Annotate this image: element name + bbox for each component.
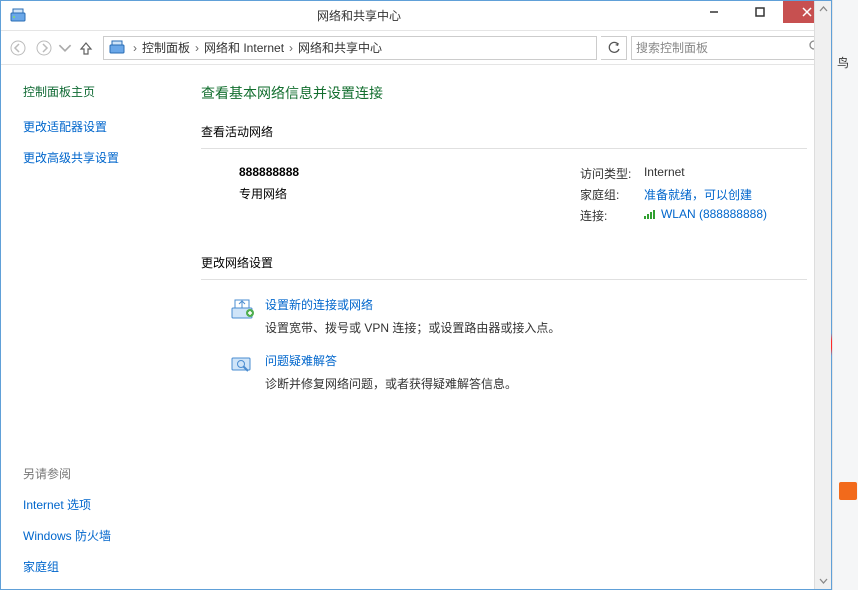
- homegroup-link[interactable]: 准备就绪，可以创建: [644, 186, 752, 203]
- sidebar-link-homegroup[interactable]: 家庭组: [23, 558, 201, 575]
- maximize-button[interactable]: [737, 1, 783, 23]
- window-title: 网络和共享中心: [27, 7, 691, 24]
- nav-back-button[interactable]: [6, 36, 30, 60]
- minimize-button[interactable]: [691, 1, 737, 23]
- network-name: 888888888: [239, 165, 299, 179]
- troubleshoot-row: 问题疑难解答 诊断并修复网络问题，或者获得疑难解答信息。: [229, 352, 807, 392]
- chevron-right-icon: ›: [286, 41, 296, 55]
- location-icon: [108, 39, 126, 57]
- window-controls: [691, 9, 831, 23]
- background-orange-icon: [839, 482, 857, 500]
- setup-connection-desc: 设置宽带、拨号或 VPN 连接；或设置路由器或接入点。: [265, 319, 560, 336]
- access-type-value: Internet: [644, 165, 685, 182]
- search-placeholder: 搜索控制面板: [636, 39, 708, 56]
- network-type: 专用网络: [239, 185, 299, 202]
- breadcrumb-item[interactable]: 网络和共享中心: [296, 39, 384, 56]
- toolbar: › 控制面板 › 网络和 Internet › 网络和共享中心 搜索控制面板: [1, 31, 831, 65]
- active-network-block: 888888888 专用网络 访问类型: Internet 家庭组: 准备就绪，…: [201, 165, 807, 228]
- sidebar-link-sharing[interactable]: 更改高级共享设置: [23, 149, 201, 166]
- connection-name: WLAN (888888888): [661, 207, 767, 221]
- breadcrumb-item[interactable]: 控制面板: [140, 39, 192, 56]
- body: 控制面板主页 更改适配器设置 更改高级共享设置 另请参阅 Internet 选项…: [1, 65, 831, 589]
- chevron-right-icon: ›: [130, 41, 140, 55]
- scroll-down-button[interactable]: [815, 572, 832, 589]
- see-also-title: 另请参阅: [23, 465, 201, 482]
- troubleshoot-desc: 诊断并修复网络问题，或者获得疑难解答信息。: [265, 375, 517, 392]
- app-icon: [9, 7, 27, 25]
- connection-link[interactable]: WLAN (888888888): [644, 207, 767, 224]
- scroll-track[interactable]: [815, 18, 831, 572]
- sidebar-link-internet-options[interactable]: Internet 选项: [23, 496, 201, 513]
- change-settings-title: 更改网络设置: [201, 254, 807, 271]
- nav-up-button[interactable]: [74, 36, 98, 60]
- vertical-scrollbar[interactable]: [814, 1, 831, 589]
- sidebar-link-adapter[interactable]: 更改适配器设置: [23, 118, 201, 135]
- setup-connection-icon: [229, 296, 255, 322]
- homegroup-label: 家庭组:: [580, 186, 644, 203]
- troubleshoot-icon: [229, 352, 255, 378]
- main-content: 查看基本网络信息并设置连接 查看活动网络 888888888 专用网络 访问类型…: [201, 65, 831, 589]
- nav-recent-button[interactable]: [58, 36, 72, 60]
- active-networks-title: 查看活动网络: [201, 123, 807, 140]
- nav-forward-button[interactable]: [32, 36, 56, 60]
- troubleshoot-link[interactable]: 问题疑难解答: [265, 352, 517, 369]
- setup-connection-row: 设置新的连接或网络 设置宽带、拨号或 VPN 连接；或设置路由器或接入点。: [229, 296, 807, 336]
- refresh-button[interactable]: [601, 36, 627, 60]
- wifi-signal-icon: [644, 209, 657, 223]
- background-text: 鸟: [837, 54, 849, 71]
- setup-connection-link[interactable]: 设置新的连接或网络: [265, 296, 560, 313]
- breadcrumb-bar[interactable]: › 控制面板 › 网络和 Internet › 网络和共享中心: [103, 36, 597, 60]
- access-type-label: 访问类型:: [580, 165, 644, 182]
- breadcrumb-item[interactable]: 网络和 Internet: [202, 39, 286, 56]
- background-window-edge: 鸟: [832, 0, 858, 590]
- search-input[interactable]: 搜索控制面板: [631, 36, 827, 60]
- connection-label: 连接:: [580, 207, 644, 224]
- sidebar-link-firewall[interactable]: Windows 防火墙: [23, 527, 201, 544]
- scroll-up-button[interactable]: [815, 1, 832, 18]
- window-frame: 网络和共享中心 › 控制面板 › 网络和 Internet ›: [0, 0, 832, 590]
- sidebar: 控制面板主页 更改适配器设置 更改高级共享设置 另请参阅 Internet 选项…: [1, 65, 201, 589]
- control-panel-home-link[interactable]: 控制面板主页: [23, 83, 201, 100]
- titlebar: 网络和共享中心: [1, 1, 831, 31]
- page-heading: 查看基本网络信息并设置连接: [201, 83, 807, 103]
- chevron-right-icon: ›: [192, 41, 202, 55]
